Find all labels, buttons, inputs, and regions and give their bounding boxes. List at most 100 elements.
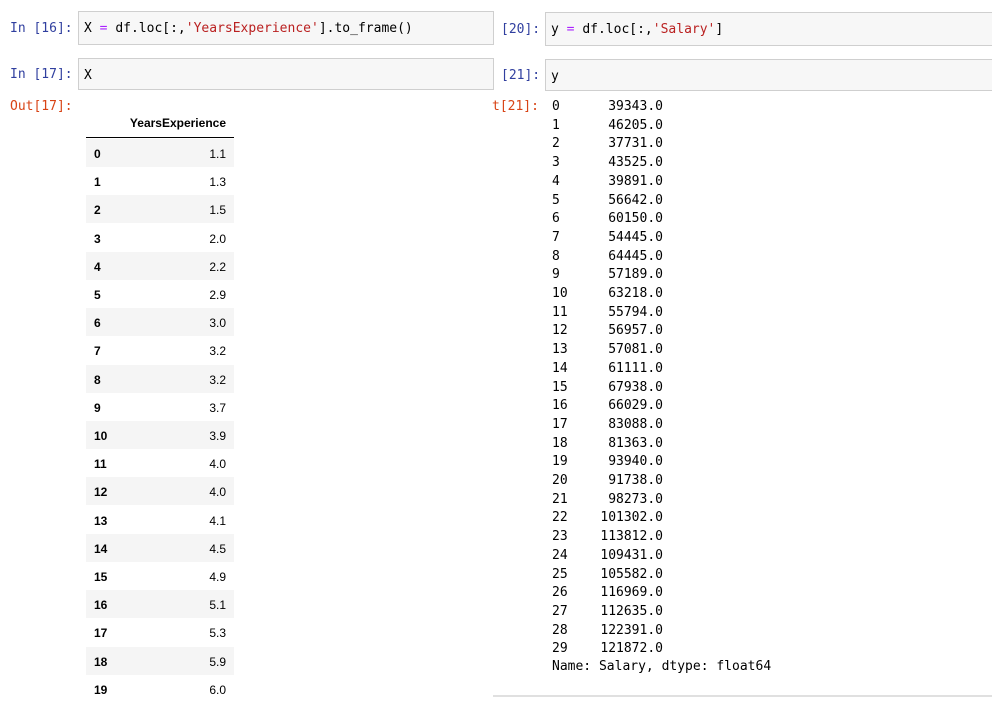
list-item: 7 54445.0 — [552, 229, 663, 247]
list-item: 4 39891.0 — [552, 173, 663, 191]
list-item: 28 122391.0 — [552, 622, 663, 640]
table-row: 11 4.0 — [86, 449, 234, 477]
row-index: 8 — [94, 372, 101, 387]
table-row: 19 6.0 — [86, 675, 234, 703]
row-value: 3.7 — [209, 400, 226, 415]
series-index: 10 — [552, 286, 568, 301]
dataframe-column-header: YearsExperience — [129, 116, 226, 130]
row-value: 6.0 — [209, 682, 226, 697]
series-value: 98273.0 — [608, 491, 663, 507]
list-item: 18 81363.0 — [552, 435, 663, 453]
list-item: 12 56957.0 — [552, 322, 663, 340]
cell-17-output-prompt: Out[17]: — [10, 99, 73, 114]
code-expression: df.loc[:, — [582, 22, 653, 37]
row-index: 5 — [94, 288, 101, 302]
list-item: 6 60150.0 — [552, 210, 663, 228]
table-row: 0 1.1 — [86, 139, 234, 167]
row-index: 0 — [94, 147, 101, 161]
row-value: 4.0 — [209, 457, 226, 472]
row-index: 18 — [94, 654, 108, 669]
row-value: 4.5 — [209, 541, 226, 556]
series-footer: Name: Salary, dtype: float64 — [552, 659, 772, 674]
row-index: 10 — [94, 429, 108, 443]
series-index: 9 — [552, 267, 560, 283]
series-value: 83088.0 — [608, 416, 663, 432]
table-row: 18 5.9 — [86, 646, 234, 675]
cell-17-input-prompt: In [17]: — [10, 67, 73, 82]
row-value: 2.0 — [209, 231, 226, 246]
series-index: 23 — [552, 529, 568, 545]
code-expression-tail: ].to_frame() — [318, 21, 413, 36]
table-row: 12 4.0 — [86, 477, 234, 506]
series-value: 112635.0 — [600, 603, 663, 619]
row-index: 19 — [94, 682, 108, 697]
table-row: 10 3.9 — [86, 421, 234, 449]
list-item: 5 56642.0 — [552, 192, 663, 210]
code-operator: = — [558, 22, 583, 37]
list-item: 17 83088.0 — [552, 416, 663, 434]
series-value: 46205.0 — [608, 117, 663, 133]
cell-21-code-editor[interactable]: y — [545, 59, 992, 91]
row-index: 9 — [94, 400, 101, 415]
series-value: 56957.0 — [608, 323, 663, 339]
series-value: 81363.0 — [608, 435, 663, 451]
series-index: 14 — [552, 360, 568, 376]
row-index: 3 — [94, 231, 101, 246]
cell-20-code-editor[interactable]: y = df.loc[:,'Salary'] — [545, 12, 992, 46]
row-value: 3.0 — [209, 316, 226, 331]
list-item: 2 37731.0 — [552, 135, 663, 153]
table-row: 2 1.5 — [86, 195, 234, 224]
row-value: 5.1 — [209, 598, 226, 613]
row-value: 4.1 — [209, 513, 226, 528]
series-value: 54445.0 — [608, 229, 663, 245]
series-index: 12 — [552, 323, 568, 339]
cell-16-code-editor[interactable]: X = df.loc[:,'YearsExperience'].to_frame… — [78, 11, 494, 45]
code-expression-tail: ] — [715, 22, 724, 37]
list-item: 14 61111.0 — [552, 360, 663, 378]
series-index: 22 — [552, 510, 568, 526]
row-index: 4 — [94, 259, 101, 274]
series-value: 56642.0 — [608, 192, 663, 208]
list-item: 3 43525.0 — [552, 154, 663, 172]
series-index: 20 — [552, 473, 568, 488]
series-value: 105582.0 — [600, 566, 663, 582]
list-item: 27 112635.0 — [552, 603, 663, 621]
list-item: 20 91738.0 — [552, 472, 663, 490]
table-row: 17 5.3 — [86, 618, 234, 646]
series-value: 60150.0 — [608, 211, 663, 227]
cell-20-code-line: y = df.loc[:,'Salary'] — [551, 21, 723, 38]
series-value: 113812.0 — [600, 529, 663, 545]
table-row: 6 3.0 — [86, 308, 234, 337]
row-index: 12 — [94, 485, 108, 500]
row-value: 1.1 — [209, 147, 226, 161]
list-item: 9 57189.0 — [552, 266, 663, 284]
row-value: 5.3 — [209, 626, 226, 641]
series-value: 39343.0 — [608, 99, 663, 114]
series-value: 67938.0 — [608, 379, 663, 395]
series-value: 61111.0 — [608, 360, 663, 376]
series-index: 16 — [552, 398, 568, 414]
series-index: 15 — [552, 379, 568, 395]
list-item: 26 116969.0 — [552, 584, 663, 602]
row-index: 6 — [94, 316, 101, 331]
row-index: 13 — [94, 513, 108, 528]
series-index: 1 — [552, 117, 560, 133]
list-item: 21 98273.0 — [552, 491, 663, 509]
code-expression: df.loc[:, — [115, 21, 186, 36]
table-row: 16 5.1 — [86, 590, 234, 619]
code-string-literal: 'YearsExperience' — [185, 21, 319, 36]
row-value: 3.9 — [209, 429, 226, 443]
row-index: 14 — [94, 541, 108, 556]
table-row: 7 3.2 — [86, 336, 234, 364]
series-value: 116969.0 — [600, 585, 663, 601]
cell-17-code-editor[interactable]: X — [78, 58, 494, 90]
series-index: 0 — [552, 99, 560, 114]
list-item: 8 64445.0 — [552, 248, 663, 266]
series-index: 29 — [552, 641, 568, 657]
series-index: 25 — [552, 566, 568, 582]
series-index: 26 — [552, 585, 568, 601]
row-value: 1.5 — [209, 203, 226, 218]
row-value: 4.9 — [209, 570, 226, 584]
series-value: 64445.0 — [608, 248, 663, 264]
row-value: 2.9 — [209, 288, 226, 302]
